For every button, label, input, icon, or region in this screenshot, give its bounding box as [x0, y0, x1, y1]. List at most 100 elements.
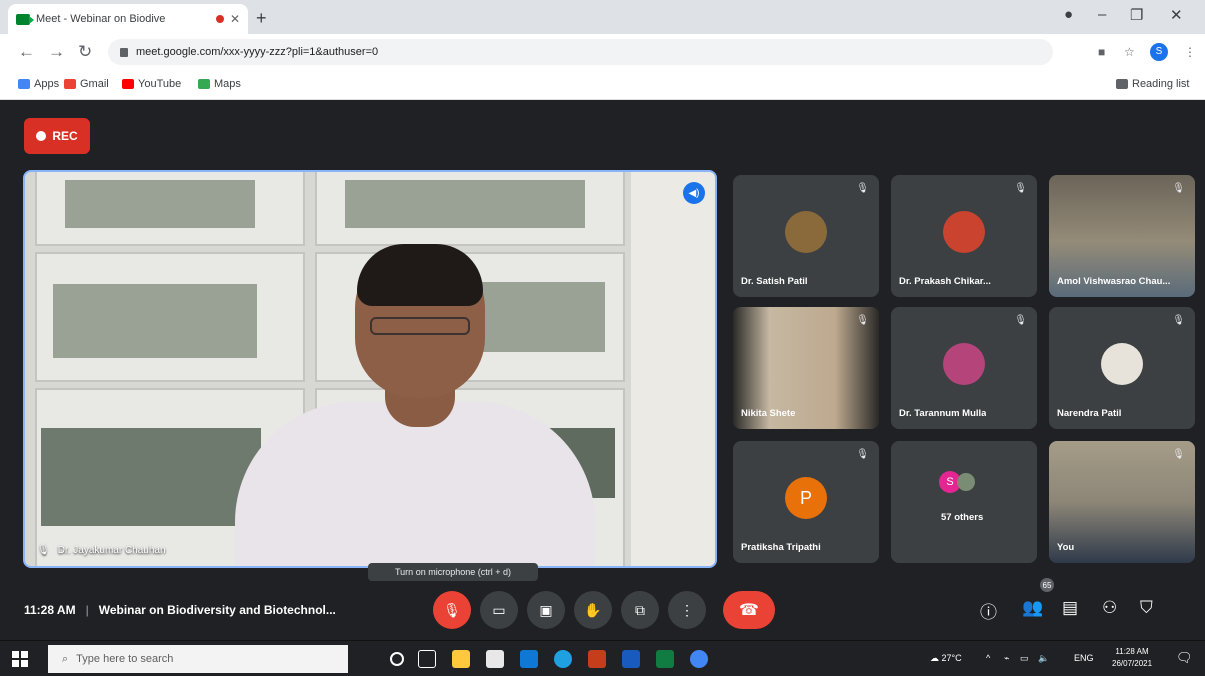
input-language[interactable]: ENG [1074, 653, 1094, 663]
participant-tile[interactable]: 🎙 Dr. Prakash Chikar... [891, 175, 1037, 297]
edge-icon[interactable] [554, 650, 572, 668]
participant-letter-avatar: P [785, 477, 827, 519]
microphone-toggle-button[interactable]: 🎙 [433, 591, 471, 629]
leave-call-button[interactable]: ☎ [723, 591, 775, 629]
tab-title: Meet - Webinar on Biodive [36, 13, 166, 25]
mic-off-icon: 🎙 [856, 315, 869, 326]
meeting-title[interactable]: Webinar on Biodiversity and Biotechnol..… [99, 603, 336, 617]
recording-indicator-icon [215, 15, 224, 23]
camera-in-use-icon[interactable]: ■ [1098, 45, 1105, 59]
profile-menu-icon[interactable]: ● [1064, 6, 1073, 23]
reading-list-button[interactable]: Reading list [1116, 78, 1189, 90]
bookmark-maps[interactable]: Maps [198, 78, 241, 90]
taskbar-clock[interactable]: 11:28 AM 26/07/2021 [1112, 646, 1152, 670]
participant-tile[interactable]: 🎙 Nikita Shete [733, 307, 879, 429]
excel-icon[interactable] [656, 650, 674, 668]
participant-name: Amol Vishwasrao Chau... [1057, 276, 1171, 287]
self-view-tile[interactable]: 🎙 You [1049, 441, 1195, 563]
others-tile[interactable]: S 57 others [891, 441, 1037, 563]
back-icon[interactable]: ← [18, 42, 35, 62]
host-controls-icon[interactable]: ⛉ [1140, 598, 1153, 618]
mic-off-icon: 🎙 [856, 183, 869, 194]
restore-button[interactable]: ❐ [1130, 6, 1143, 24]
new-tab-button[interactable]: + [256, 8, 267, 29]
notifications-icon[interactable]: 🗨 [1176, 650, 1193, 666]
captions-button[interactable]: ▣ [527, 591, 565, 629]
word-icon[interactable] [622, 650, 640, 668]
participant-tile[interactable]: 🎙 Dr. Satish Patil [733, 175, 879, 297]
browser-tab-strip: Meet - Webinar on Biodive ✕ + ● – ❐ ✕ [0, 0, 1205, 34]
volume-icon[interactable]: 🔈 [1038, 653, 1049, 664]
bookmark-label: Apps [34, 78, 60, 90]
browser-menu-icon[interactable]: ⋮ [1184, 45, 1196, 59]
forward-icon[interactable]: → [48, 42, 65, 62]
activities-icon[interactable]: ⚇ [1102, 598, 1117, 618]
search-icon: ⌕ [62, 652, 69, 665]
raise-hand-button[interactable]: ✋ [574, 591, 612, 629]
start-button[interactable] [12, 651, 28, 667]
maps-icon [198, 79, 210, 89]
mic-off-icon: 🎙 [1014, 315, 1027, 326]
participant-tile[interactable]: P 🎙 Pratiksha Tripathi [733, 441, 879, 563]
participant-name: Dr. Satish Patil [741, 276, 808, 287]
cabinet-glass-shape [53, 284, 257, 358]
store-icon[interactable] [486, 650, 504, 668]
weather-widget[interactable]: ☁ 27°C [930, 653, 962, 664]
chat-icon[interactable]: ▤ [1062, 598, 1078, 618]
bookmark-gmail[interactable]: Gmail [64, 78, 109, 90]
participant-name: Dr. Tarannum Mulla [899, 408, 987, 419]
participant-avatar [943, 343, 985, 385]
battery-icon[interactable]: ▭ [1020, 653, 1029, 664]
participant-tile[interactable]: 🎙 Amol Vishwasrao Chau... [1049, 175, 1195, 297]
address-bar[interactable]: meet.google.com/xxx-yyyy-zzz?pli=1&authu… [108, 39, 1053, 65]
file-explorer-icon[interactable] [452, 650, 470, 668]
others-photo-avatar [957, 473, 975, 491]
present-now-button[interactable]: ⧉ [621, 591, 659, 629]
task-view-icon[interactable] [418, 650, 436, 668]
participant-tile[interactable]: 🎙 Narendra Patil [1049, 307, 1195, 429]
mic-off-icon: 🎙 [37, 545, 50, 556]
participant-name: Dr. Prakash Chikar... [899, 276, 991, 287]
bookmarks-bar: Apps Gmail YouTube Maps Reading list [0, 70, 1205, 100]
cabinet-glass-shape [345, 180, 585, 228]
more-options-button[interactable]: ⋮ [668, 591, 706, 629]
bookmark-label: Maps [214, 78, 241, 90]
tray-chevron-icon[interactable]: ^ [986, 653, 990, 663]
mic-off-icon: 🎙 [1172, 315, 1185, 326]
meet-favicon-icon [16, 13, 34, 25]
network-icon[interactable]: ⌁ [1004, 653, 1009, 664]
powerpoint-icon[interactable] [588, 650, 606, 668]
divider: | [85, 603, 89, 617]
meeting-info: 11:28 AM | Webinar on Biodiversity and B… [24, 603, 336, 617]
cabinet-glass-shape [41, 428, 261, 526]
chrome-icon[interactable] [690, 650, 708, 668]
recording-button[interactable]: REC [24, 118, 90, 154]
mic-off-icon: 🎙 [1172, 449, 1185, 460]
reload-icon[interactable]: ↻ [78, 42, 92, 62]
people-icon[interactable]: 👥 [1022, 598, 1043, 618]
participant-name: Narendra Patil [1057, 408, 1122, 419]
bookmark-apps[interactable]: Apps [18, 78, 59, 90]
cortana-icon[interactable] [390, 652, 404, 666]
profile-avatar[interactable]: S [1150, 43, 1168, 61]
record-dot-icon [36, 131, 47, 141]
bookmark-youtube[interactable]: YouTube [122, 78, 181, 90]
browser-tab-meet[interactable]: Meet - Webinar on Biodive ✕ [8, 4, 248, 34]
main-speaker-tile[interactable]: ◀) 🎙 Dr. Jayakumar Chauhan [23, 170, 717, 568]
close-tab-icon[interactable]: ✕ [230, 12, 240, 26]
close-window-button[interactable]: ✕ [1170, 6, 1183, 24]
cabinet-glass-shape [465, 282, 605, 352]
taskbar-search-box[interactable]: ⌕ Type here to search [48, 645, 348, 673]
wall-shape [631, 172, 715, 566]
mail-icon[interactable] [520, 650, 538, 668]
bookmark-star-icon[interactable]: ☆ [1124, 45, 1135, 59]
mic-off-icon: 🎙 [1014, 183, 1027, 194]
camera-toggle-button[interactable]: ▭ [480, 591, 518, 629]
speaker-hair-shape [357, 244, 483, 306]
participant-tile[interactable]: 🎙 Dr. Tarannum Mulla [891, 307, 1037, 429]
participant-name: Pratiksha Tripathi [741, 542, 821, 553]
address-text: meet.google.com/xxx-yyyy-zzz?pli=1&authu… [136, 46, 379, 58]
meeting-details-icon[interactable]: ⓘ [980, 598, 997, 623]
minimize-button[interactable]: – [1098, 6, 1106, 23]
cloud-icon: ☁ [930, 653, 939, 663]
